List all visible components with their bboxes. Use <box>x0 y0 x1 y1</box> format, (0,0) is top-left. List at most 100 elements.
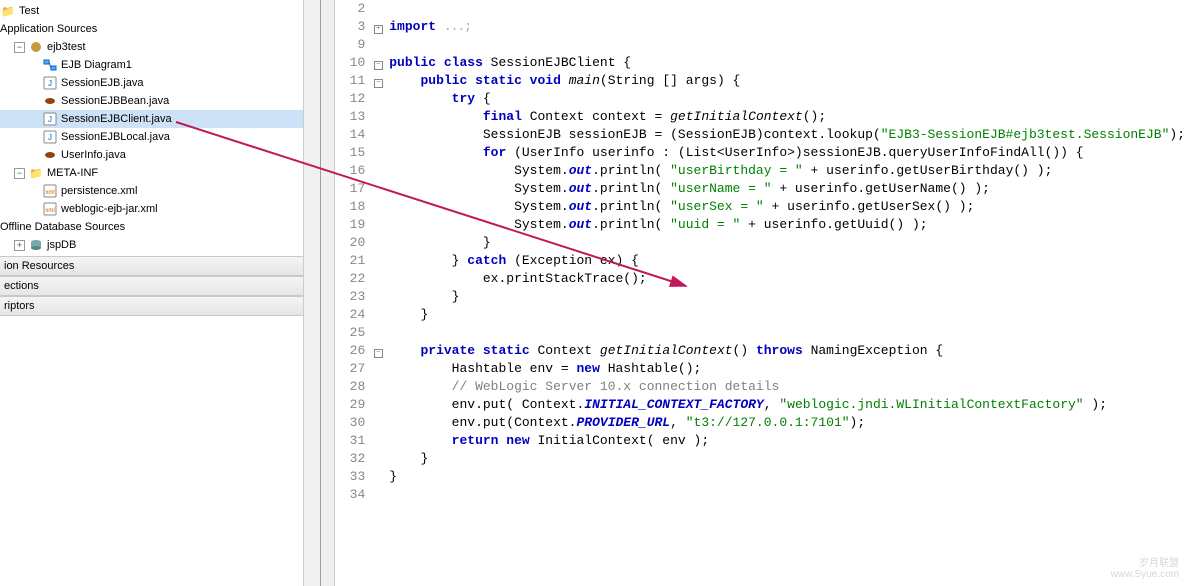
expand-icon[interactable]: + <box>14 240 25 251</box>
code-line[interactable]: 33} <box>335 468 1185 486</box>
fold-gutter[interactable]: − <box>371 54 385 72</box>
code-line[interactable]: 17 System.out.println( "userName = " + u… <box>335 180 1185 198</box>
project-tree[interactable]: 📁 Test Application Sources − ejb3test EJ… <box>0 0 320 256</box>
code-text[interactable]: Hashtable env = new Hashtable(); <box>385 360 1185 378</box>
tree-section[interactable]: Application Sources <box>0 20 320 38</box>
code-text[interactable]: for (UserInfo userinfo : (List<UserInfo>… <box>385 144 1185 162</box>
code-text[interactable]: } <box>385 288 1185 306</box>
code-line[interactable]: 13 final Context context = getInitialCon… <box>335 108 1185 126</box>
tree-file[interactable]: xmlweblogic-ejb-jar.xml <box>0 200 320 218</box>
collapse-icon[interactable]: − <box>374 349 383 358</box>
code-editor[interactable]: 23+import ...;910−public class SessionEJ… <box>321 0 1185 586</box>
code-line[interactable]: 25 <box>335 324 1185 342</box>
code-text[interactable] <box>385 324 1185 342</box>
code-text[interactable]: final Context context = getInitialContex… <box>385 108 1185 126</box>
code-text[interactable]: try { <box>385 90 1185 108</box>
tree-label: SessionEJBLocal.java <box>61 131 170 143</box>
code-text[interactable]: System.out.println( "userName = " + user… <box>385 180 1185 198</box>
code-text[interactable]: import ...; <box>385 18 1185 36</box>
code-text[interactable] <box>385 486 1185 504</box>
code-line[interactable]: 12 try { <box>335 90 1185 108</box>
tree-section[interactable]: Offline Database Sources <box>0 218 320 236</box>
code-text[interactable]: env.put(Context.PROVIDER_URL, "t3://127.… <box>385 414 1185 432</box>
code-text[interactable]: private static Context getInitialContext… <box>385 342 1185 360</box>
tree-file[interactable]: JSessionEJBLocal.java <box>0 128 320 146</box>
tree-file[interactable]: xmlpersistence.xml <box>0 182 320 200</box>
code-line[interactable]: 29 env.put( Context.INITIAL_CONTEXT_FACT… <box>335 396 1185 414</box>
line-number: 21 <box>335 252 371 270</box>
tree-folder-metainf[interactable]: − 📁 META-INF <box>0 164 320 182</box>
java-icon: J <box>42 129 58 145</box>
code-text[interactable]: SessionEJB sessionEJB = (SessionEJB)cont… <box>385 126 1185 144</box>
code-line[interactable]: 20 } <box>335 234 1185 252</box>
code-line[interactable]: 15 for (UserInfo userinfo : (List<UserIn… <box>335 144 1185 162</box>
code-line[interactable]: 34 <box>335 486 1185 504</box>
tree-file[interactable]: UserInfo.java <box>0 146 320 164</box>
collapse-icon[interactable]: − <box>374 61 383 70</box>
line-number: 25 <box>335 324 371 342</box>
project-tree-panel[interactable]: 📁 Test Application Sources − ejb3test EJ… <box>0 0 321 586</box>
code-text[interactable]: } <box>385 234 1185 252</box>
tree-node-jspdb[interactable]: + jspDB <box>0 236 320 254</box>
code-text[interactable]: public static void main(String [] args) … <box>385 72 1185 90</box>
code-text[interactable]: } catch (Exception ex) { <box>385 252 1185 270</box>
code-line[interactable]: 19 System.out.println( "uuid = " + useri… <box>335 216 1185 234</box>
tree-file[interactable]: JSessionEJB.java <box>0 74 320 92</box>
code-line[interactable]: 11− public static void main(String [] ar… <box>335 72 1185 90</box>
tree-package[interactable]: − ejb3test <box>0 38 320 56</box>
vertical-scrollbar[interactable] <box>303 0 320 586</box>
code-text[interactable]: System.out.println( "userBirthday = " + … <box>385 162 1185 180</box>
code-text[interactable]: } <box>385 468 1185 486</box>
spacer <box>28 96 39 107</box>
code-line[interactable]: 32 } <box>335 450 1185 468</box>
code-text[interactable]: return new InitialContext( env ); <box>385 432 1185 450</box>
code-line[interactable]: 23 } <box>335 288 1185 306</box>
tree-label: SessionEJBBean.java <box>61 95 169 107</box>
spacer <box>28 132 39 143</box>
code-line[interactable]: 28 // WebLogic Server 10.x connection de… <box>335 378 1185 396</box>
code-line[interactable]: 10−public class SessionEJBClient { <box>335 54 1185 72</box>
tree-file[interactable]: SessionEJBBean.java <box>0 92 320 110</box>
code-text[interactable]: public class SessionEJBClient { <box>385 54 1185 72</box>
code-line[interactable]: 2 <box>335 0 1185 18</box>
code-text[interactable]: System.out.println( "userSex = " + useri… <box>385 198 1185 216</box>
fold-gutter <box>371 414 385 432</box>
collapse-icon[interactable]: − <box>14 42 25 53</box>
line-number: 18 <box>335 198 371 216</box>
code-line[interactable]: 26− private static Context getInitialCon… <box>335 342 1185 360</box>
code-line[interactable]: 27 Hashtable env = new Hashtable(); <box>335 360 1185 378</box>
code-line[interactable]: 9 <box>335 36 1185 54</box>
code-line[interactable]: 3+import ...; <box>335 18 1185 36</box>
fold-gutter[interactable]: − <box>371 72 385 90</box>
line-number: 12 <box>335 90 371 108</box>
tree-root[interactable]: 📁 Test <box>0 2 320 20</box>
expand-icon[interactable]: + <box>374 25 383 34</box>
collapse-icon[interactable]: − <box>14 168 25 179</box>
code-text[interactable]: // WebLogic Server 10.x connection detai… <box>385 378 1185 396</box>
panel-section-resources[interactable]: ion Resources <box>0 256 320 276</box>
code-text[interactable]: System.out.println( "uuid = " + userinfo… <box>385 216 1185 234</box>
code-text[interactable]: } <box>385 450 1185 468</box>
code-line[interactable]: 24 } <box>335 306 1185 324</box>
code-line[interactable]: 31 return new InitialContext( env ); <box>335 432 1185 450</box>
tree-file[interactable]: EJB Diagram1 <box>0 56 320 74</box>
section-label: ections <box>4 280 39 292</box>
code-line[interactable]: 14 SessionEJB sessionEJB = (SessionEJB)c… <box>335 126 1185 144</box>
panel-section-descriptors[interactable]: riptors <box>0 296 320 316</box>
tree-file[interactable]: JSessionEJBClient.java <box>0 110 320 128</box>
code-text[interactable]: ex.printStackTrace(); <box>385 270 1185 288</box>
code-text[interactable] <box>385 36 1185 54</box>
fold-gutter[interactable]: + <box>371 18 385 36</box>
collapse-icon[interactable]: − <box>374 79 383 88</box>
fold-gutter[interactable]: − <box>371 342 385 360</box>
code-line[interactable]: 16 System.out.println( "userBirthday = "… <box>335 162 1185 180</box>
xml-icon: xml <box>42 183 58 199</box>
code-line[interactable]: 30 env.put(Context.PROVIDER_URL, "t3://1… <box>335 414 1185 432</box>
code-line[interactable]: 21 } catch (Exception ex) { <box>335 252 1185 270</box>
panel-section-connections[interactable]: ections <box>0 276 320 296</box>
code-text[interactable]: env.put( Context.INITIAL_CONTEXT_FACTORY… <box>385 396 1185 414</box>
code-text[interactable] <box>385 0 1185 18</box>
code-line[interactable]: 18 System.out.println( "userSex = " + us… <box>335 198 1185 216</box>
code-line[interactable]: 22 ex.printStackTrace(); <box>335 270 1185 288</box>
code-text[interactable]: } <box>385 306 1185 324</box>
